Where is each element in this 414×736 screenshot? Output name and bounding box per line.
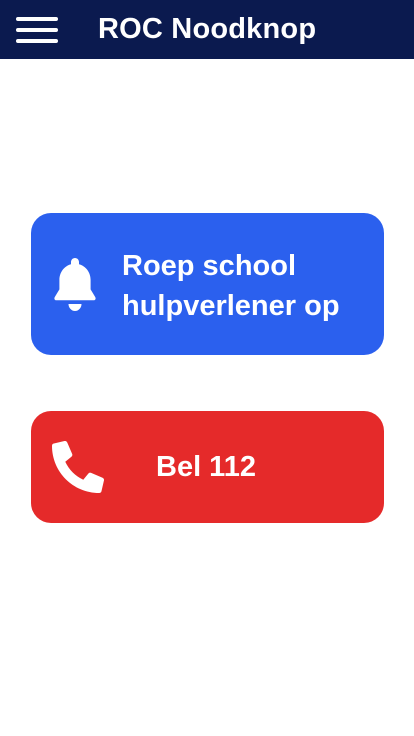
menu-bar-bottom	[16, 39, 58, 43]
bell-icon	[54, 258, 96, 311]
call-school-responder-label: Roep school hulpverlener op	[122, 250, 340, 322]
app-title: ROC Noodknop	[98, 13, 317, 45]
app-screen: ROC Noodknop Roep school hulpverlener op…	[0, 0, 414, 736]
app-header: ROC Noodknop	[0, 0, 414, 59]
menu-bar-middle	[16, 28, 58, 32]
hamburger-menu-icon[interactable]	[16, 17, 58, 43]
call-112-label: Bel 112	[156, 451, 256, 483]
call-112-button[interactable]: Bel 112	[31, 411, 384, 523]
menu-bar-top	[16, 17, 58, 21]
phone-icon	[52, 441, 104, 493]
call-school-responder-button[interactable]: Roep school hulpverlener op	[31, 213, 384, 355]
